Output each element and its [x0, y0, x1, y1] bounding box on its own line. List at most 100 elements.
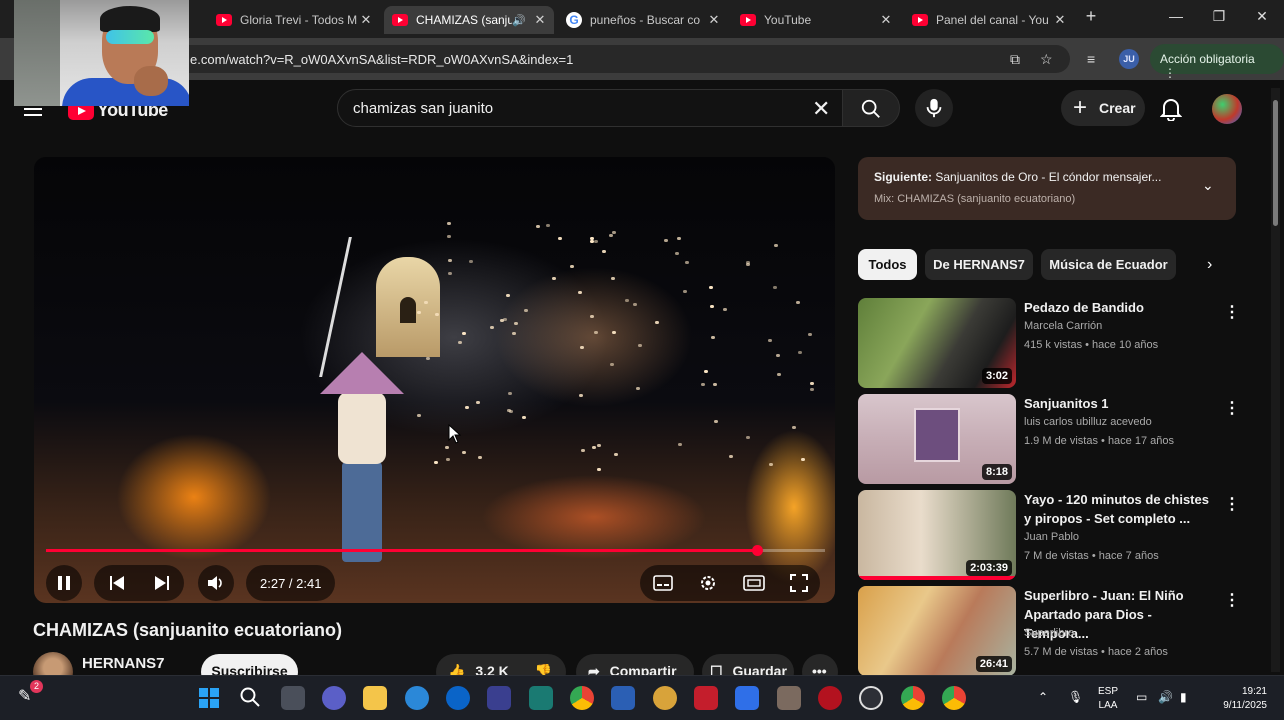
pause-icon: [58, 576, 70, 590]
create-button[interactable]: + Crear: [1061, 90, 1145, 126]
video-spark: [709, 304, 714, 308]
edge-icon[interactable]: [405, 686, 429, 710]
notifications-bell-icon[interactable]: [1160, 97, 1182, 121]
up-next-card[interactable]: Siguiente: Sanjuanitos de Oro - El cóndo…: [858, 157, 1236, 220]
video-player[interactable]: 2:27 / 2:41: [34, 157, 835, 603]
account-avatar[interactable]: [1212, 94, 1242, 124]
recommendation-title[interactable]: Yayo - 120 minutos de chistes y piropos …: [1024, 490, 1216, 528]
recommendation-item[interactable]: 26:41 Superlibro - Juan: El Niño Apartad…: [858, 586, 1240, 678]
theater-mode-icon[interactable]: [742, 575, 765, 591]
tab-panel-del-canal[interactable]: Panel del canal - You ✕: [904, 6, 1074, 34]
close-tab-icon[interactable]: ✕: [878, 12, 894, 28]
app-red-icon[interactable]: [818, 686, 842, 710]
settings-gear-icon[interactable]: [698, 573, 718, 593]
fullscreen-icon[interactable]: [789, 574, 808, 592]
subtitles-icon[interactable]: [652, 575, 673, 591]
tab-punenos-search[interactable]: G puneños - Buscar co ✕: [558, 6, 728, 34]
search-icon[interactable]: [239, 686, 263, 710]
previous-icon[interactable]: [109, 575, 125, 591]
obs-icon[interactable]: [859, 686, 883, 710]
chevron-up-icon[interactable]: ⌃: [1038, 690, 1048, 704]
volume-button[interactable]: [198, 565, 234, 601]
microphone-icon[interactable]: 🎙: [1068, 690, 1083, 704]
install-app-icon[interactable]: ⧉: [1010, 51, 1020, 68]
recommendation-channel[interactable]: Superlibro: [1024, 627, 1074, 639]
voice-search-button[interactable]: [915, 89, 953, 127]
chrome-profile-icon[interactable]: [901, 686, 925, 710]
close-tab-icon[interactable]: ✕: [706, 12, 722, 28]
pause-button[interactable]: [46, 565, 82, 601]
volume-icon[interactable]: 🔊: [1158, 690, 1173, 704]
task-view-icon[interactable]: [281, 686, 305, 710]
chip-todos[interactable]: Todos: [858, 249, 917, 280]
file-explorer-icon[interactable]: [363, 686, 387, 710]
tab-chamizas[interactable]: CHAMIZAS (sanju 🔊 ✕: [384, 6, 554, 34]
thumbnail[interactable]: 3:02: [858, 298, 1016, 388]
profile-avatar[interactable]: JU: [1119, 49, 1139, 69]
chrome-icon[interactable]: [570, 686, 594, 710]
close-tab-icon[interactable]: ✕: [358, 12, 374, 28]
chevron-down-icon[interactable]: ⌄: [1202, 177, 1214, 194]
windows-start-icon[interactable]: [197, 686, 221, 710]
battery-icon[interactable]: ▮: [1180, 690, 1187, 704]
close-window-icon[interactable]: ✕: [1242, 8, 1282, 25]
app-icon[interactable]: [529, 686, 553, 710]
recommendation-channel[interactable]: Marcela Carrión: [1024, 320, 1102, 332]
restore-icon[interactable]: ❐: [1199, 8, 1239, 25]
recommendation-channel[interactable]: Juan Pablo: [1024, 531, 1079, 543]
recommendation-title[interactable]: Pedazo de Bandido: [1024, 298, 1216, 317]
volume-icon: [208, 576, 222, 590]
progress-bar[interactable]: [46, 545, 825, 556]
more-vert-icon[interactable]: ⋮: [1224, 398, 1240, 418]
recommendation-item[interactable]: 3:02 Pedazo de Bandido Marcela Carrión 4…: [858, 298, 1240, 390]
more-vert-icon[interactable]: ⋮: [1224, 590, 1240, 610]
input-language[interactable]: ESP LAA: [1098, 685, 1118, 713]
recommendation-item[interactable]: 8:18 Sanjuanitos 1 luis carlos ubilluz a…: [858, 394, 1240, 486]
video-spark: [676, 236, 681, 240]
duration-badge: 8:18: [981, 464, 1012, 480]
app-blue-icon[interactable]: [735, 686, 759, 710]
action-required-button[interactable]: Acción obligatoria ⋮: [1150, 44, 1284, 80]
new-tab-icon[interactable]: +: [1071, 6, 1111, 27]
minimize-icon[interactable]: —: [1156, 8, 1196, 24]
clear-search-icon[interactable]: ✕: [812, 96, 830, 122]
close-tab-icon[interactable]: ✕: [532, 12, 548, 28]
duration-badge: 3:02: [981, 368, 1012, 384]
chevron-right-icon[interactable]: ›: [1207, 256, 1212, 274]
chrome-profile-2-icon[interactable]: [942, 686, 966, 710]
url-field[interactable]: e.com/watch?v=R_oW0AXvnSA&list=RDR_oW0AX…: [150, 45, 1070, 73]
chip-de-hernans7[interactable]: De HERNANS7: [925, 249, 1033, 280]
hp-icon[interactable]: [446, 686, 470, 710]
recommendation-channel[interactable]: luis carlos ubilluz acevedo: [1024, 416, 1152, 428]
chip-musica-de-ecuador[interactable]: Música de Ecuador: [1041, 249, 1176, 280]
copilot-icon[interactable]: ✎ 2: [18, 680, 43, 710]
video-spark: [434, 312, 439, 316]
store-icon[interactable]: [487, 686, 511, 710]
award-icon[interactable]: [653, 686, 677, 710]
recommendation-item[interactable]: 2:03:39 Yayo - 120 minutos de chistes y …: [858, 490, 1240, 582]
scrollbar-thumb[interactable]: [1273, 100, 1278, 226]
teams-icon[interactable]: [322, 686, 346, 710]
next-icon[interactable]: [154, 575, 170, 591]
clock[interactable]: 19:21 9/11/2025: [1212, 685, 1267, 713]
channel-name[interactable]: HERNANS7: [82, 655, 165, 672]
capcut-icon[interactable]: [777, 686, 801, 710]
search-button[interactable]: [842, 89, 900, 127]
display-icon[interactable]: ▭: [1136, 690, 1147, 704]
mcafee-icon[interactable]: [694, 686, 718, 710]
thumbnail[interactable]: 8:18: [858, 394, 1016, 484]
more-vert-icon[interactable]: ⋮: [1224, 494, 1240, 514]
tab-youtube[interactable]: YouTube ✕: [732, 6, 900, 34]
thumbnail[interactable]: 26:41: [858, 586, 1016, 676]
more-vert-icon[interactable]: ⋮: [1224, 302, 1240, 322]
recommendation-title[interactable]: Sanjuanitos 1: [1024, 394, 1216, 413]
bookmark-star-icon[interactable]: ☆: [1040, 51, 1053, 68]
thumbnail[interactable]: 2:03:39: [858, 490, 1016, 580]
audio-playing-icon[interactable]: 🔊: [512, 14, 526, 27]
media-queue-icon[interactable]: ≡: [1087, 51, 1095, 67]
tab-gloria-trevi[interactable]: Gloria Trevi - Todos M ✕: [208, 6, 380, 34]
video-spark: [425, 356, 430, 360]
word-icon[interactable]: [611, 686, 635, 710]
search-input[interactable]: chamizas san juanito: [337, 89, 843, 127]
close-tab-icon[interactable]: ✕: [1052, 12, 1068, 28]
